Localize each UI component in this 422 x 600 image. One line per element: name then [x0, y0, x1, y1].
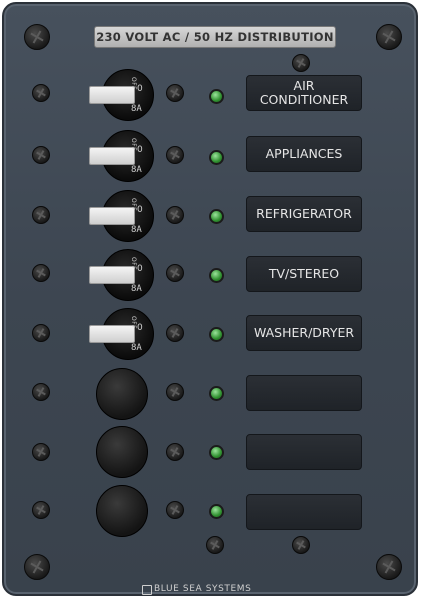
status-led	[209, 386, 224, 401]
row-screw-icon	[32, 324, 50, 342]
circuit-label-line1: AIR	[293, 78, 315, 93]
blank-breaker-plug	[96, 485, 148, 537]
status-led	[209, 504, 224, 519]
corner-screw-icon	[24, 24, 50, 50]
status-led	[209, 209, 224, 224]
circuit-label-line1: WASHER/DRYER	[253, 325, 355, 340]
circuit-label: REFRIGERATOR	[246, 196, 362, 232]
circuit-label: TV/STEREO	[246, 256, 362, 292]
row-screw-icon	[166, 324, 184, 342]
breaker-lever[interactable]	[89, 325, 135, 343]
breaker-lever[interactable]	[89, 86, 135, 104]
breaker-zero-text: 0	[137, 205, 143, 215]
breaker-state-text: OFF	[130, 316, 137, 330]
circuit-label-line1: REFRIGERATOR	[256, 206, 352, 221]
mount-screw-icon	[206, 536, 224, 554]
row-screw-icon	[166, 443, 184, 461]
breaker-switch[interactable]: OFF 0 8A	[89, 69, 154, 121]
breaker-state-text: OFF	[130, 257, 137, 271]
corner-screw-icon	[376, 554, 402, 580]
row-screw-icon	[166, 206, 184, 224]
breaker-state-text: OFF	[130, 198, 137, 212]
circuit-label: APPLIANCES	[246, 136, 362, 172]
brand-name: BLUE SEA SYSTEMS	[154, 584, 252, 594]
row-screw-icon	[166, 264, 184, 282]
row-screw-icon	[166, 501, 184, 519]
row-screw-icon	[166, 383, 184, 401]
distribution-panel: 230 VOLT AC / 50 HZ DISTRIBUTION OFF 0 8…	[2, 2, 418, 596]
panel-title: 230 VOLT AC / 50 HZ DISTRIBUTION	[94, 26, 336, 48]
breaker-rating: 8A	[131, 343, 142, 353]
breaker-lever[interactable]	[89, 266, 135, 284]
blank-circuit-label	[246, 434, 362, 470]
breaker-zero-text: 0	[137, 264, 143, 274]
row-screw-icon	[166, 84, 184, 102]
row-screw-icon	[32, 206, 50, 224]
row-screw-icon	[32, 84, 50, 102]
status-led	[209, 327, 224, 342]
mount-screw-icon	[292, 54, 310, 72]
breaker-rating: 8A	[131, 104, 142, 114]
breaker-zero-text: 0	[137, 84, 143, 94]
circuit-label-line1: TV/STEREO	[268, 266, 340, 281]
status-led	[209, 89, 224, 104]
corner-screw-icon	[24, 554, 50, 580]
breaker-rating: 8A	[131, 225, 142, 235]
circuit-label-line2: CONDITIONER	[259, 92, 349, 107]
status-led	[209, 150, 224, 165]
blank-circuit-label	[246, 494, 362, 530]
row-screw-icon	[32, 146, 50, 164]
circuit-label-line1: APPLIANCES	[265, 146, 343, 161]
breaker-state-text: OFF	[130, 138, 137, 152]
breaker-switch[interactable]: OFF 0 8A	[89, 308, 154, 360]
status-led	[209, 268, 224, 283]
blank-breaker-plug	[96, 368, 148, 420]
blank-breaker-plug	[96, 426, 148, 478]
row-screw-icon	[166, 146, 184, 164]
breaker-rating: 8A	[131, 165, 142, 175]
row-screw-icon	[32, 264, 50, 282]
circuit-label: AIR CONDITIONER	[246, 75, 362, 111]
breaker-rating: 8A	[131, 284, 142, 294]
status-led	[209, 445, 224, 460]
breaker-lever[interactable]	[89, 147, 135, 165]
breaker-switch[interactable]: OFF 0 8A	[89, 249, 154, 301]
breaker-state-text: OFF	[130, 77, 137, 91]
breaker-lever[interactable]	[89, 207, 135, 225]
breaker-zero-text: 0	[137, 323, 143, 333]
breaker-switch[interactable]: OFF 0 8A	[89, 190, 154, 242]
row-screw-icon	[32, 501, 50, 519]
row-screw-icon	[32, 383, 50, 401]
corner-screw-icon	[376, 24, 402, 50]
circuit-label: WASHER/DRYER	[246, 315, 362, 351]
breaker-switch[interactable]: OFF 0 8A	[89, 130, 154, 182]
blank-circuit-label	[246, 375, 362, 411]
breaker-zero-text: 0	[137, 145, 143, 155]
row-screw-icon	[32, 443, 50, 461]
mount-screw-icon	[292, 536, 310, 554]
